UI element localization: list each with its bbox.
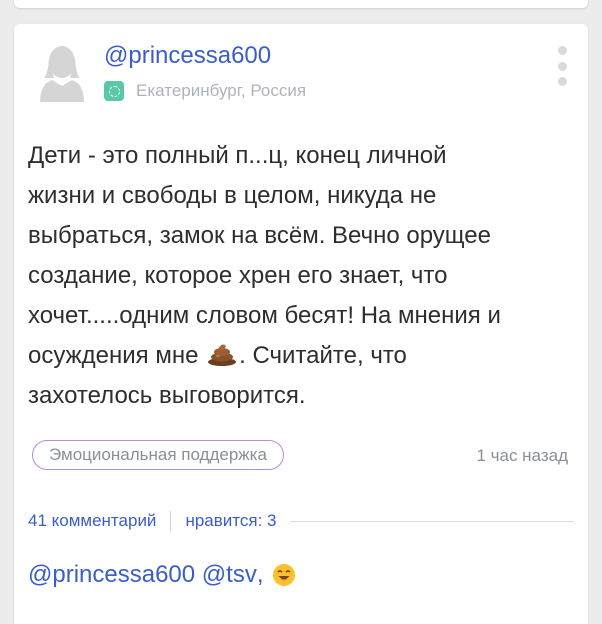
smile-emoji-icon — [272, 564, 295, 586]
more-vertical-icon[interactable] — [552, 46, 572, 86]
previous-post-card — [14, 0, 588, 8]
comments-link[interactable]: 41 комментарий — [28, 511, 156, 531]
stats-row: 41 комментарий нравится: 3 — [28, 508, 574, 534]
post-text-part1: Дети - это полный п...ц, конец личной жи… — [28, 142, 501, 369]
location-row: Екатеринбург, Россия — [104, 80, 306, 102]
post-card: @princessa600 Екатеринбург, Россия Дети … — [14, 24, 588, 624]
reply-preview[interactable]: @princessa600 @tsv, — [28, 560, 296, 590]
stats-rule — [290, 520, 574, 522]
category-tag[interactable]: Эмоциональная поддержка — [32, 440, 284, 470]
post-author-link[interactable]: @princessa600 — [104, 41, 271, 71]
post-text: Дети - это полный п...ц, конец личной жи… — [28, 136, 578, 416]
reply-author-link[interactable]: @princessa600 — [28, 561, 195, 589]
reply-mention-link[interactable]: @tsv — [202, 561, 257, 589]
reply-punct: , — [256, 561, 264, 588]
avatar[interactable] — [38, 44, 86, 104]
stats-divider — [170, 511, 172, 531]
poop-emoji-icon — [208, 344, 237, 366]
location-label: Екатеринбург, Россия — [136, 81, 307, 100]
likes-link[interactable]: нравится: 3 — [185, 511, 276, 531]
post-time: 1 час назад — [476, 446, 568, 465]
location-icon — [104, 81, 124, 101]
